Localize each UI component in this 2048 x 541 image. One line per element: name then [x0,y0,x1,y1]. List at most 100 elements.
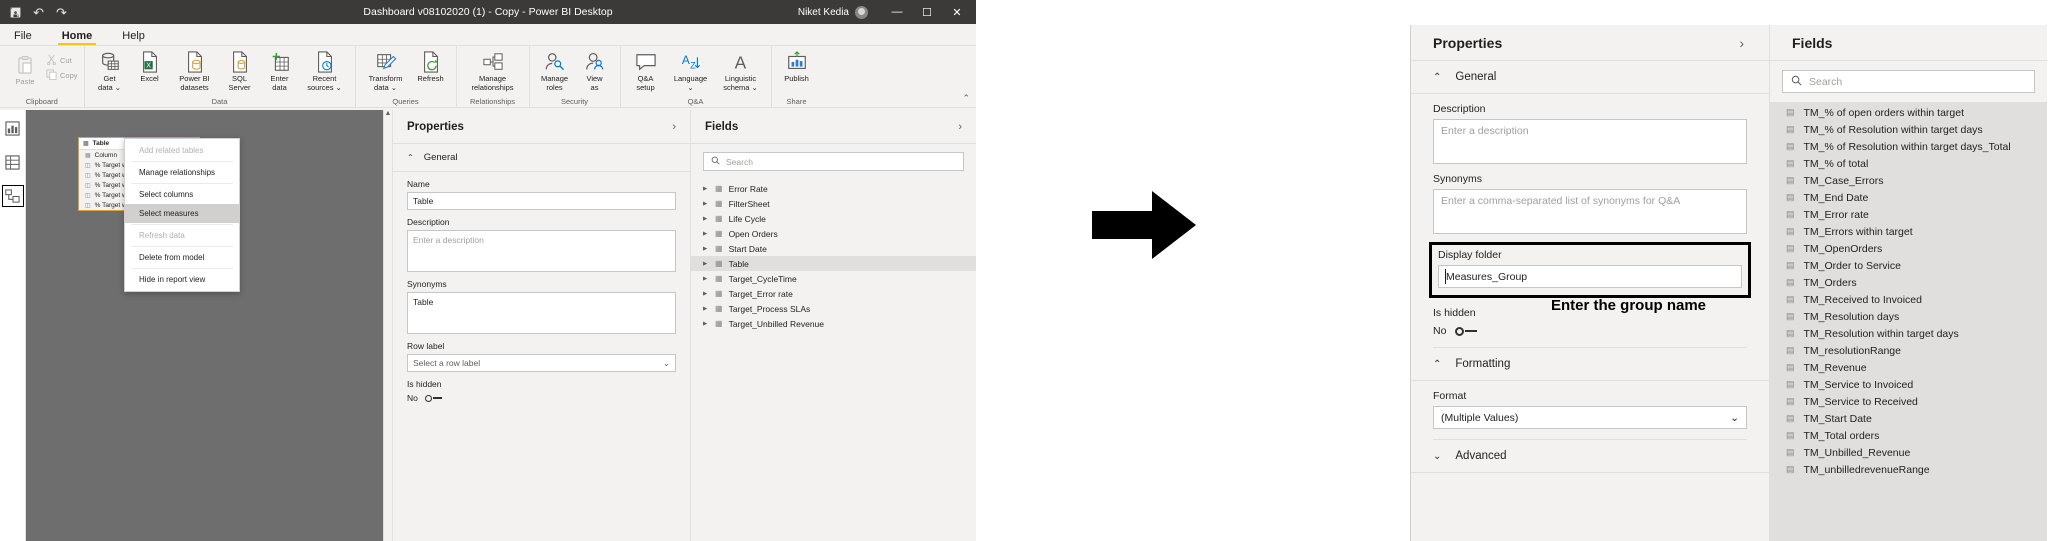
expand-triangle-icon[interactable]: ▶ [703,321,709,327]
collapse-ribbon-button[interactable]: ⌃ [962,93,970,104]
list-item[interactable]: ▤ TM_% of open orders within target [1770,104,2047,121]
general-section-header[interactable]: ⌃ General [1411,61,1769,94]
list-item-selected[interactable]: ▶ ▦ Table [691,256,976,271]
list-item[interactable]: ▤ TM_Start Date [1770,410,2047,427]
collapse-panel-icon[interactable]: › [1739,35,1744,51]
linguistic-schema-button[interactable]: A Linguistic schema ⌄ [717,49,765,92]
list-item[interactable]: ▤ TM_Error rate [1770,206,2047,223]
cut-button[interactable]: Cut [46,54,78,67]
maximize-button[interactable]: ☐ [912,0,942,24]
tab-help[interactable]: Help [116,30,151,45]
model-view-icon[interactable] [1,185,24,207]
recent-sources-button[interactable]: Recent sources ⌄ [301,49,349,92]
context-menu-item-refresh-data[interactable]: Refresh data [125,226,239,245]
list-item[interactable]: ▤ TM_Service to Invoiced [1770,376,2047,393]
list-item[interactable]: ▤ TM_Total orders [1770,427,2047,444]
row-label-select[interactable]: Select a row label ⌄ [407,354,676,372]
avatar[interactable] [855,5,868,19]
general-section-header[interactable]: ⌃ General [393,144,690,172]
tab-home[interactable]: Home [56,30,99,45]
is-hidden-toggle[interactable] [424,394,442,402]
model-canvas[interactable]: ▦ Table ▦ Column ◫ % Target with ◫ % Tar… [26,110,392,541]
list-item[interactable]: ▤ TM_unbilledrevenueRange [1770,461,2047,478]
transform-data-button[interactable]: Transform data ⌄ [362,49,410,92]
list-item[interactable]: ▤ TM_Case_Errors [1770,172,2047,189]
expand-triangle-icon[interactable]: ▶ [703,261,709,267]
list-item[interactable]: ▤ TM_Service to Received [1770,393,2047,410]
advanced-section-header[interactable]: ⌄ Advanced [1411,440,1769,473]
save-icon[interactable]: 🖪 [10,6,21,19]
list-item[interactable]: ▤ TM_Order to Service [1770,257,2047,274]
data-view-icon[interactable] [3,152,23,172]
list-item[interactable]: ▶ ▦ Target_Unbilled Revenue [691,316,976,331]
view-as-button[interactable]: View as [576,49,614,92]
list-item[interactable]: ▤ TM_End Date [1770,189,2047,206]
list-item[interactable]: ▶ ▦ Life Cycle [691,211,976,226]
publish-button[interactable]: Publish [778,49,816,84]
list-item[interactable]: ▶ ▦ FilterSheet [691,196,976,211]
minimize-button[interactable]: — [882,0,912,24]
search-input[interactable]: Search [1782,70,2035,93]
format-select[interactable]: (Multiple Values) ⌄ [1433,406,1747,429]
context-menu-item-add-related-tables[interactable]: Add related tables [125,141,239,160]
collapse-panel-icon[interactable]: › [672,121,676,133]
list-item[interactable]: ▶ ▦ Target_Error rate [691,286,976,301]
expand-triangle-icon[interactable]: ▶ [703,231,709,237]
expand-triangle-icon[interactable]: ▶ [703,291,709,297]
expand-triangle-icon[interactable]: ▶ [703,276,709,282]
expand-triangle-icon[interactable]: ▶ [703,306,709,312]
list-item[interactable]: ▤ TM_Unbilled_Revenue [1770,444,2047,461]
powerbi-datasets-button[interactable]: Power BI datasets [171,49,219,92]
context-menu-item-delete-from-model[interactable]: Delete from model [125,248,239,267]
copy-button[interactable]: Copy [46,69,78,82]
description-textarea[interactable]: Enter a description [407,230,676,272]
description-textarea[interactable]: Enter a description [1433,119,1747,164]
qa-setup-button[interactable]: Q&A setup [627,49,665,92]
undo-icon[interactable]: ↶ [33,6,44,19]
list-item[interactable]: ▤ TM_Errors within target [1770,223,2047,240]
fields-list[interactable]: ▶ ▦ Error Rate ▶ ▦ FilterSheet ▶ ▦ Life Cycle … [691,179,976,541]
name-input[interactable]: Table [407,192,676,210]
manage-relationships-button[interactable]: Manage relationships [463,49,523,92]
list-item[interactable]: ▶ ▦ Target_CycleTime [691,271,976,286]
expand-triangle-icon[interactable]: ▶ [703,201,709,207]
synonyms-textarea[interactable]: Enter a comma-separated list of synonyms… [1433,189,1747,234]
list-item[interactable]: ▤ TM_Resolution days [1770,308,2047,325]
formatting-section-header[interactable]: ⌃ Formatting [1411,348,1769,381]
list-item[interactable]: ▤ TM_Resolution within target days [1770,325,2047,342]
list-item[interactable]: ▤ TM_% of Resolution within target days [1770,121,2047,138]
language-button[interactable]: AZ Language ⌄ [667,49,715,92]
context-menu-item-select-columns[interactable]: Select columns [125,185,239,204]
tab-file[interactable]: File [8,30,38,45]
refresh-button[interactable]: Refresh [412,49,450,84]
list-item[interactable]: ▶ ▦ Start Date [691,241,976,256]
enter-data-button[interactable]: Enter data [261,49,299,92]
list-item[interactable]: ▤ TM_resolutionRange [1770,342,2047,359]
sql-server-button[interactable]: SQL Server [221,49,259,92]
list-item[interactable]: ▤ TM_Orders [1770,274,2047,291]
list-item[interactable]: ▤ TM_% of Resolution within target days_T… [1770,138,2047,155]
excel-button[interactable]: X Excel [131,49,169,84]
search-input[interactable]: Search [703,152,964,171]
get-data-button[interactable]: Get data ⌄ [91,49,129,92]
redo-icon[interactable]: ↷ [56,6,67,19]
expand-triangle-icon[interactable]: ▶ [703,216,709,222]
list-item[interactable]: ▤ TM_OpenOrders [1770,240,2047,257]
report-view-icon[interactable] [3,118,23,138]
expand-triangle-icon[interactable]: ▶ [703,186,709,192]
manage-roles-button[interactable]: Manage roles [536,49,574,92]
is-hidden-toggle[interactable] [1455,326,1478,336]
list-item[interactable]: ▤ TM_% of total [1770,155,2047,172]
scroll-up-arrow-icon[interactable]: ▲ [384,110,392,117]
context-menu-item-manage-relationships[interactable]: Manage relationships [125,163,239,182]
list-item[interactable]: ▤ TM_Received to Invoiced [1770,291,2047,308]
list-item[interactable]: ▶ ▦ Open Orders [691,226,976,241]
context-menu-item-hide-in-report-view[interactable]: Hide in report view [125,270,239,289]
measures-list[interactable]: ▤ TM_% of open orders within target ▤ TM_% … [1770,102,2047,541]
close-button[interactable]: ✕ [942,0,972,24]
canvas-scrollbar[interactable]: ▲ [383,110,392,541]
context-menu-item-select-measures[interactable]: Select measures [125,204,239,223]
list-item[interactable]: ▤ TM_Revenue [1770,359,2047,376]
list-item[interactable]: ▶ ▦ Target_Process SLAs [691,301,976,316]
display-folder-input[interactable]: Measures_Group [1438,265,1742,288]
